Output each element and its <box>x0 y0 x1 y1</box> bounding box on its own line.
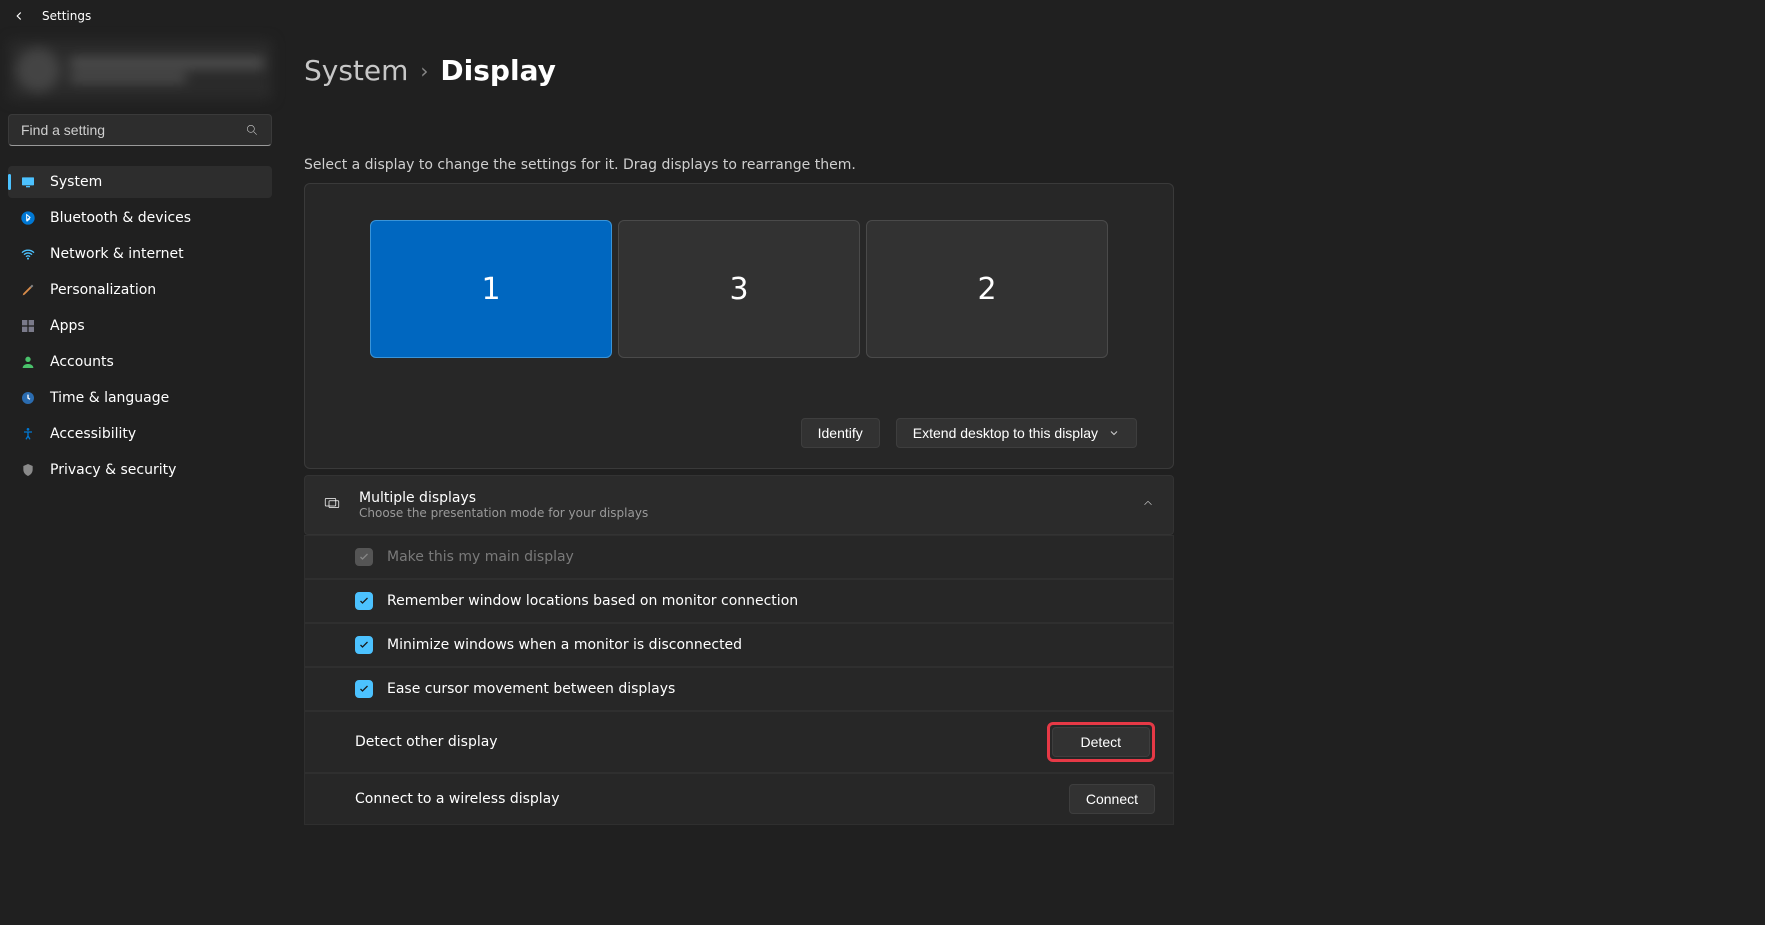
display-1[interactable]: 1 <box>370 220 612 358</box>
option-label: Ease cursor movement between displays <box>387 681 1155 697</box>
clock-icon <box>20 390 36 406</box>
window-title: Settings <box>42 9 91 23</box>
bluetooth-icon <box>20 210 36 226</box>
ease-cursor-checkbox[interactable] <box>355 680 373 698</box>
sidebar-item-label: Accounts <box>50 354 114 370</box>
system-icon <box>20 174 36 190</box>
option-remember-windows[interactable]: Remember window locations based on monit… <box>304 579 1174 623</box>
breadcrumb-parent[interactable]: System <box>304 54 408 87</box>
sidebar-item-personalization[interactable]: Personalization <box>8 274 272 306</box>
display-arrangement-box: 1 3 2 Identify Extend desktop to this di… <box>304 183 1174 469</box>
chevron-up-icon <box>1141 496 1155 514</box>
search-box[interactable] <box>8 114 272 146</box>
sidebar-item-system[interactable]: System <box>8 166 272 198</box>
sidebar-item-accessibility[interactable]: Accessibility <box>8 418 272 450</box>
sidebar-item-network[interactable]: Network & internet <box>8 238 272 270</box>
sidebar-item-label: Network & internet <box>50 246 184 262</box>
displays-row[interactable]: 1 3 2 <box>341 220 1137 358</box>
sidebar-item-label: Personalization <box>50 282 156 298</box>
titlebar: Settings <box>0 0 1765 32</box>
avatar <box>16 48 60 92</box>
detect-row: Detect other display Detect <box>304 711 1174 773</box>
connect-row: Connect to a wireless display Connect <box>304 773 1174 825</box>
user-account-block[interactable] <box>8 40 272 100</box>
chevron-down-icon <box>1108 427 1120 439</box>
sidebar-item-label: Accessibility <box>50 426 136 442</box>
page-title: Display <box>440 54 555 87</box>
sidebar-item-label: Apps <box>50 318 85 334</box>
back-button[interactable] <box>8 5 30 27</box>
expander-subtitle: Choose the presentation mode for your di… <box>359 506 1123 520</box>
accounts-icon <box>20 354 36 370</box>
instruction-text: Select a display to change the settings … <box>304 157 1174 173</box>
sidebar-item-label: Privacy & security <box>50 462 176 478</box>
display-2[interactable]: 2 <box>866 220 1108 358</box>
display-mode-dropdown[interactable]: Extend desktop to this display <box>896 418 1137 448</box>
option-ease-cursor[interactable]: Ease cursor movement between displays <box>304 667 1174 711</box>
sidebar: System Bluetooth & devices Network & int… <box>0 32 280 925</box>
shield-icon <box>20 462 36 478</box>
minimize-disconnect-checkbox[interactable] <box>355 636 373 654</box>
remember-windows-checkbox[interactable] <box>355 592 373 610</box>
display-3[interactable]: 3 <box>618 220 860 358</box>
connect-label: Connect to a wireless display <box>355 791 560 807</box>
sidebar-item-bluetooth[interactable]: Bluetooth & devices <box>8 202 272 234</box>
paint-icon <box>20 282 36 298</box>
accessibility-icon <box>20 426 36 442</box>
main-display-checkbox <box>355 548 373 566</box>
connect-button[interactable]: Connect <box>1069 784 1155 814</box>
option-minimize-disconnect[interactable]: Minimize windows when a monitor is disco… <box>304 623 1174 667</box>
sidebar-item-label: System <box>50 174 102 190</box>
expander-title: Multiple displays <box>359 490 1123 506</box>
sidebar-item-label: Time & language <box>50 390 169 406</box>
displays-icon <box>323 494 341 516</box>
option-main-display: Make this my main display <box>304 535 1174 579</box>
option-label: Make this my main display <box>387 549 1155 565</box>
identify-button[interactable]: Identify <box>801 418 880 448</box>
breadcrumb: System › Display <box>304 54 1741 87</box>
option-label: Remember window locations based on monit… <box>387 593 1155 609</box>
highlight-annotation: Detect <box>1047 722 1155 762</box>
multiple-displays-expander[interactable]: Multiple displays Choose the presentatio… <box>304 475 1174 535</box>
content-area: System › Display Select a display to cha… <box>280 32 1765 925</box>
sidebar-item-accounts[interactable]: Accounts <box>8 346 272 378</box>
detect-label: Detect other display <box>355 734 498 750</box>
sidebar-item-privacy[interactable]: Privacy & security <box>8 454 272 486</box>
detect-button[interactable]: Detect <box>1052 727 1150 757</box>
search-icon <box>245 123 259 137</box>
sidebar-item-apps[interactable]: Apps <box>8 310 272 342</box>
chevron-right-icon: › <box>420 59 428 83</box>
sidebar-item-time[interactable]: Time & language <box>8 382 272 414</box>
apps-icon <box>20 318 36 334</box>
search-input[interactable] <box>21 122 245 138</box>
wifi-icon <box>20 246 36 262</box>
option-label: Minimize windows when a monitor is disco… <box>387 637 1155 653</box>
sidebar-item-label: Bluetooth & devices <box>50 210 191 226</box>
